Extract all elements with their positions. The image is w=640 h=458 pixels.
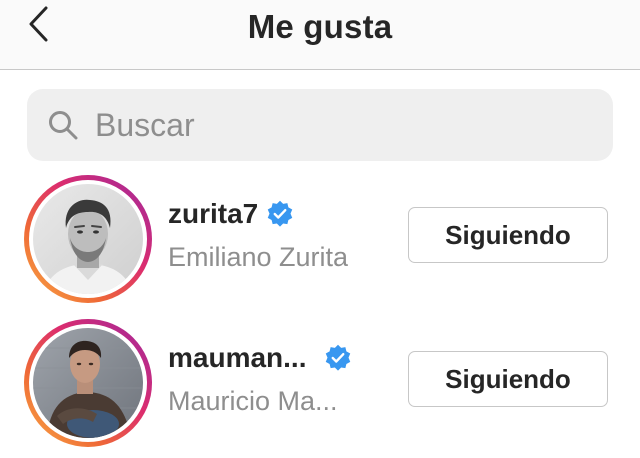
- page-title: Me gusta: [247, 8, 393, 45]
- username-line: zurita7: [168, 192, 398, 236]
- verified-badge-icon: [268, 200, 293, 227]
- avatar-border: [29, 324, 147, 442]
- search-icon: [49, 111, 78, 140]
- full-name: Mauricio Ma...: [168, 386, 338, 416]
- following-button[interactable]: Siguiendo: [408, 351, 608, 407]
- avatar-photo-image: [33, 328, 143, 438]
- avatar-border: [29, 180, 147, 298]
- full-name: Emiliano Zurita: [168, 242, 349, 272]
- avatar-photo-image: [33, 184, 143, 294]
- avatar: [33, 184, 143, 294]
- likes-screen: Me gusta Buscar zurita7 Emiliano Zurita …: [0, 0, 640, 458]
- verified-badge-icon: [326, 344, 351, 371]
- user-row[interactable]: mauman... Mauricio Ma... Siguiendo: [0, 312, 640, 452]
- header: Me gusta: [0, 0, 640, 70]
- username[interactable]: zurita7: [168, 198, 258, 230]
- user-row[interactable]: zurita7 Emiliano Zurita Siguiendo: [0, 168, 640, 308]
- following-button[interactable]: Siguiendo: [408, 207, 608, 263]
- avatar: [33, 328, 143, 438]
- avatar-story-ring[interactable]: [24, 175, 152, 303]
- search-bar[interactable]: [27, 89, 613, 161]
- search-input[interactable]: [95, 89, 595, 161]
- user-info[interactable]: zurita7 Emiliano Zurita: [168, 192, 398, 273]
- avatar-story-ring[interactable]: [24, 319, 152, 447]
- user-info[interactable]: mauman... Mauricio Ma...: [168, 336, 398, 417]
- username-line: mauman...: [168, 336, 398, 380]
- username[interactable]: mauman...: [168, 342, 306, 374]
